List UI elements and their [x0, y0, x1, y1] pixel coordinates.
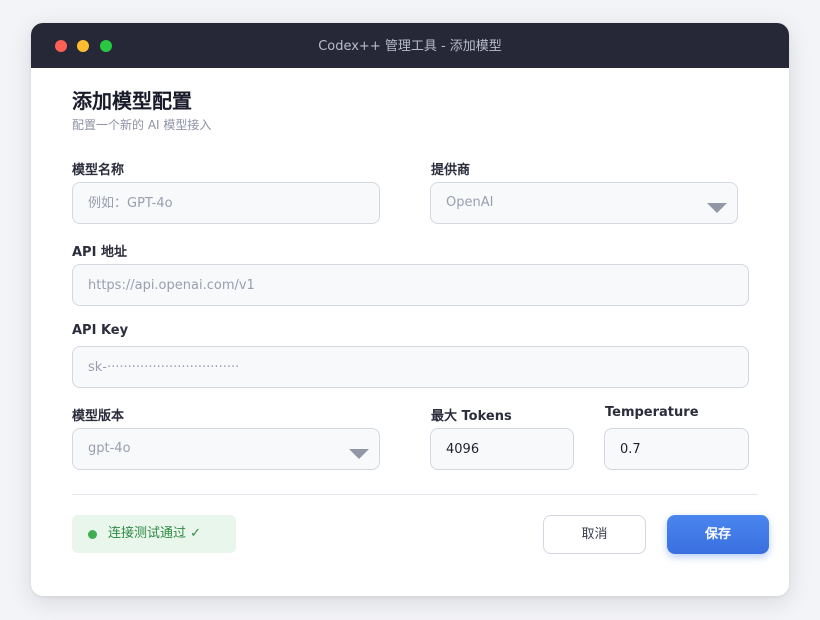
provider-select[interactable]: OpenAI — [430, 182, 738, 224]
api-url-input[interactable] — [72, 264, 749, 306]
cancel-button[interactable]: 取消 — [543, 515, 646, 554]
temperature-input[interactable] — [604, 428, 749, 470]
provider-label: 提供商 — [431, 163, 471, 178]
temperature-label: Temperature — [605, 405, 699, 420]
save-button[interactable]: 保存 — [667, 515, 769, 554]
model-name-label: 模型名称 — [72, 163, 125, 178]
max-tokens-input[interactable] — [430, 428, 574, 470]
api-key-label: API Key — [72, 323, 129, 338]
status-dot-icon — [88, 530, 97, 539]
chevron-down-icon — [349, 449, 369, 459]
app-window: Codex++ 管理工具 - 添加模型 添加模型配置 配置一个新的 AI 模型接… — [31, 23, 789, 596]
max-tokens-label: 最大 Tokens — [431, 409, 512, 424]
api-url-label: API 地址 — [72, 245, 127, 260]
model-version-select[interactable]: gpt-4o — [72, 428, 380, 470]
status-badge: 连接测试通过 ✓ — [72, 515, 236, 553]
model-version-label: 模型版本 — [72, 409, 125, 424]
title-bar: Codex++ 管理工具 - 添加模型 — [31, 23, 789, 68]
footer-divider — [72, 494, 758, 495]
page-subtitle: 配置一个新的 AI 模型接入 — [72, 118, 212, 132]
page-title: 添加模型配置 — [72, 89, 192, 113]
window-title: Codex++ 管理工具 - 添加模型 — [318, 39, 502, 54]
provider-select-value: OpenAI — [446, 195, 494, 210]
api-key-input[interactable] — [72, 346, 749, 388]
model-version-select-value: gpt-4o — [88, 441, 131, 456]
chevron-down-icon — [707, 203, 727, 213]
status-text: 连接测试通过 ✓ — [108, 526, 202, 541]
model-name-input[interactable] — [72, 182, 380, 224]
